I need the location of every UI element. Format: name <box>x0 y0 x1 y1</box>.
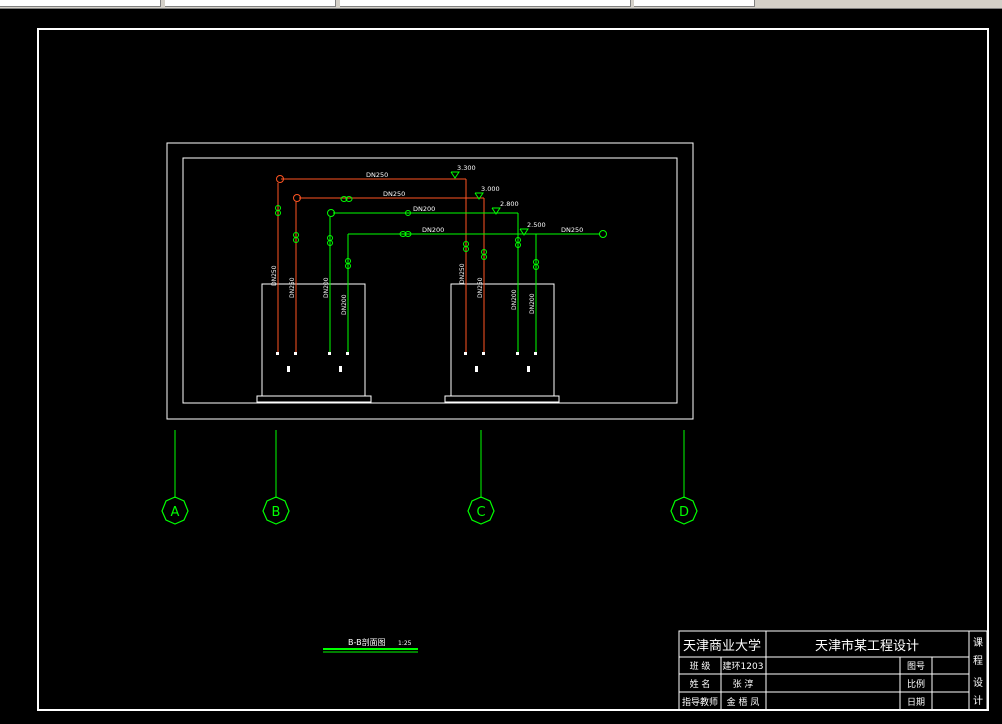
riser-label-right: DN250 <box>459 263 466 284</box>
title-block-value: 张 淳 <box>733 678 754 690</box>
pipe-run-2 <box>293 194 485 352</box>
title-block-label: 姓 名 <box>690 678 711 690</box>
building-outer-wall <box>166 142 694 420</box>
title-block-label: 班 级 <box>690 660 711 672</box>
elevation-label: 2.500 <box>527 221 546 229</box>
drawing-frame <box>37 28 989 711</box>
title-block-value: 建环1203 <box>723 660 764 672</box>
elevation-label: 3.000 <box>481 185 500 193</box>
equipment-unit-right <box>444 283 560 403</box>
title-block-label: 指导教师 <box>682 696 718 708</box>
building-inner-wall <box>182 157 678 404</box>
pipe-label-dn-fourth: DN200 <box>422 226 444 234</box>
elevation-label: 3.300 <box>457 164 476 172</box>
pipe-label-dn-third: DN200 <box>413 205 435 213</box>
title-block-university: 天津商业大学 <box>683 638 761 654</box>
axis-grid <box>174 430 685 498</box>
toolbar-field[interactable] <box>340 0 631 7</box>
pipe-run-1 <box>276 175 467 352</box>
title-block-course-char: 课 <box>973 637 983 649</box>
pipe-end-marks <box>276 352 537 372</box>
title-block-project: 天津市某工程设计 <box>815 638 919 654</box>
pipe-label-dn-top: DN250 <box>366 171 388 179</box>
riser-label-left: DN250 <box>289 277 296 298</box>
riser-label-left: DN200 <box>323 277 330 298</box>
title-block-course-char: 程 <box>973 655 983 667</box>
title-block-field: 比例 <box>907 678 925 690</box>
riser-label-right: DN200 <box>511 289 518 310</box>
riser-label-left: DN250 <box>271 265 278 286</box>
pipe-label-dn-right: DN250 <box>561 226 583 234</box>
title-block-course-char: 计 <box>973 694 983 707</box>
equipment-unit-left <box>256 283 372 403</box>
toolbar-field[interactable] <box>634 0 755 7</box>
title-block-field: 图号 <box>907 661 925 672</box>
toolbar-field[interactable] <box>165 0 336 7</box>
cad-drawing-canvas[interactable]: DN250 DN250 DN200 DN200 DN250 3.300 3.00… <box>0 8 1002 724</box>
axis-label-b: B <box>272 505 281 520</box>
elevation-label: 2.800 <box>500 200 519 208</box>
pipe-label-dn-second: DN250 <box>383 190 405 198</box>
toolbar-field[interactable] <box>0 0 161 7</box>
title-block-value: 金 梧 凤 <box>727 696 760 708</box>
section-title: B-B剖面图 <box>348 637 386 647</box>
title-block-course-char: 设 <box>973 677 983 689</box>
axis-label-a: A <box>171 505 180 520</box>
section-scale: 1:25 <box>398 640 412 647</box>
riser-label-right: DN200 <box>529 293 536 314</box>
axis-label-c: C <box>476 505 485 520</box>
axis-label-d: D <box>679 505 689 520</box>
riser-label-left: DN200 <box>341 294 348 315</box>
title-block-field: 日期 <box>907 697 925 708</box>
riser-label-right: DN250 <box>477 277 484 298</box>
